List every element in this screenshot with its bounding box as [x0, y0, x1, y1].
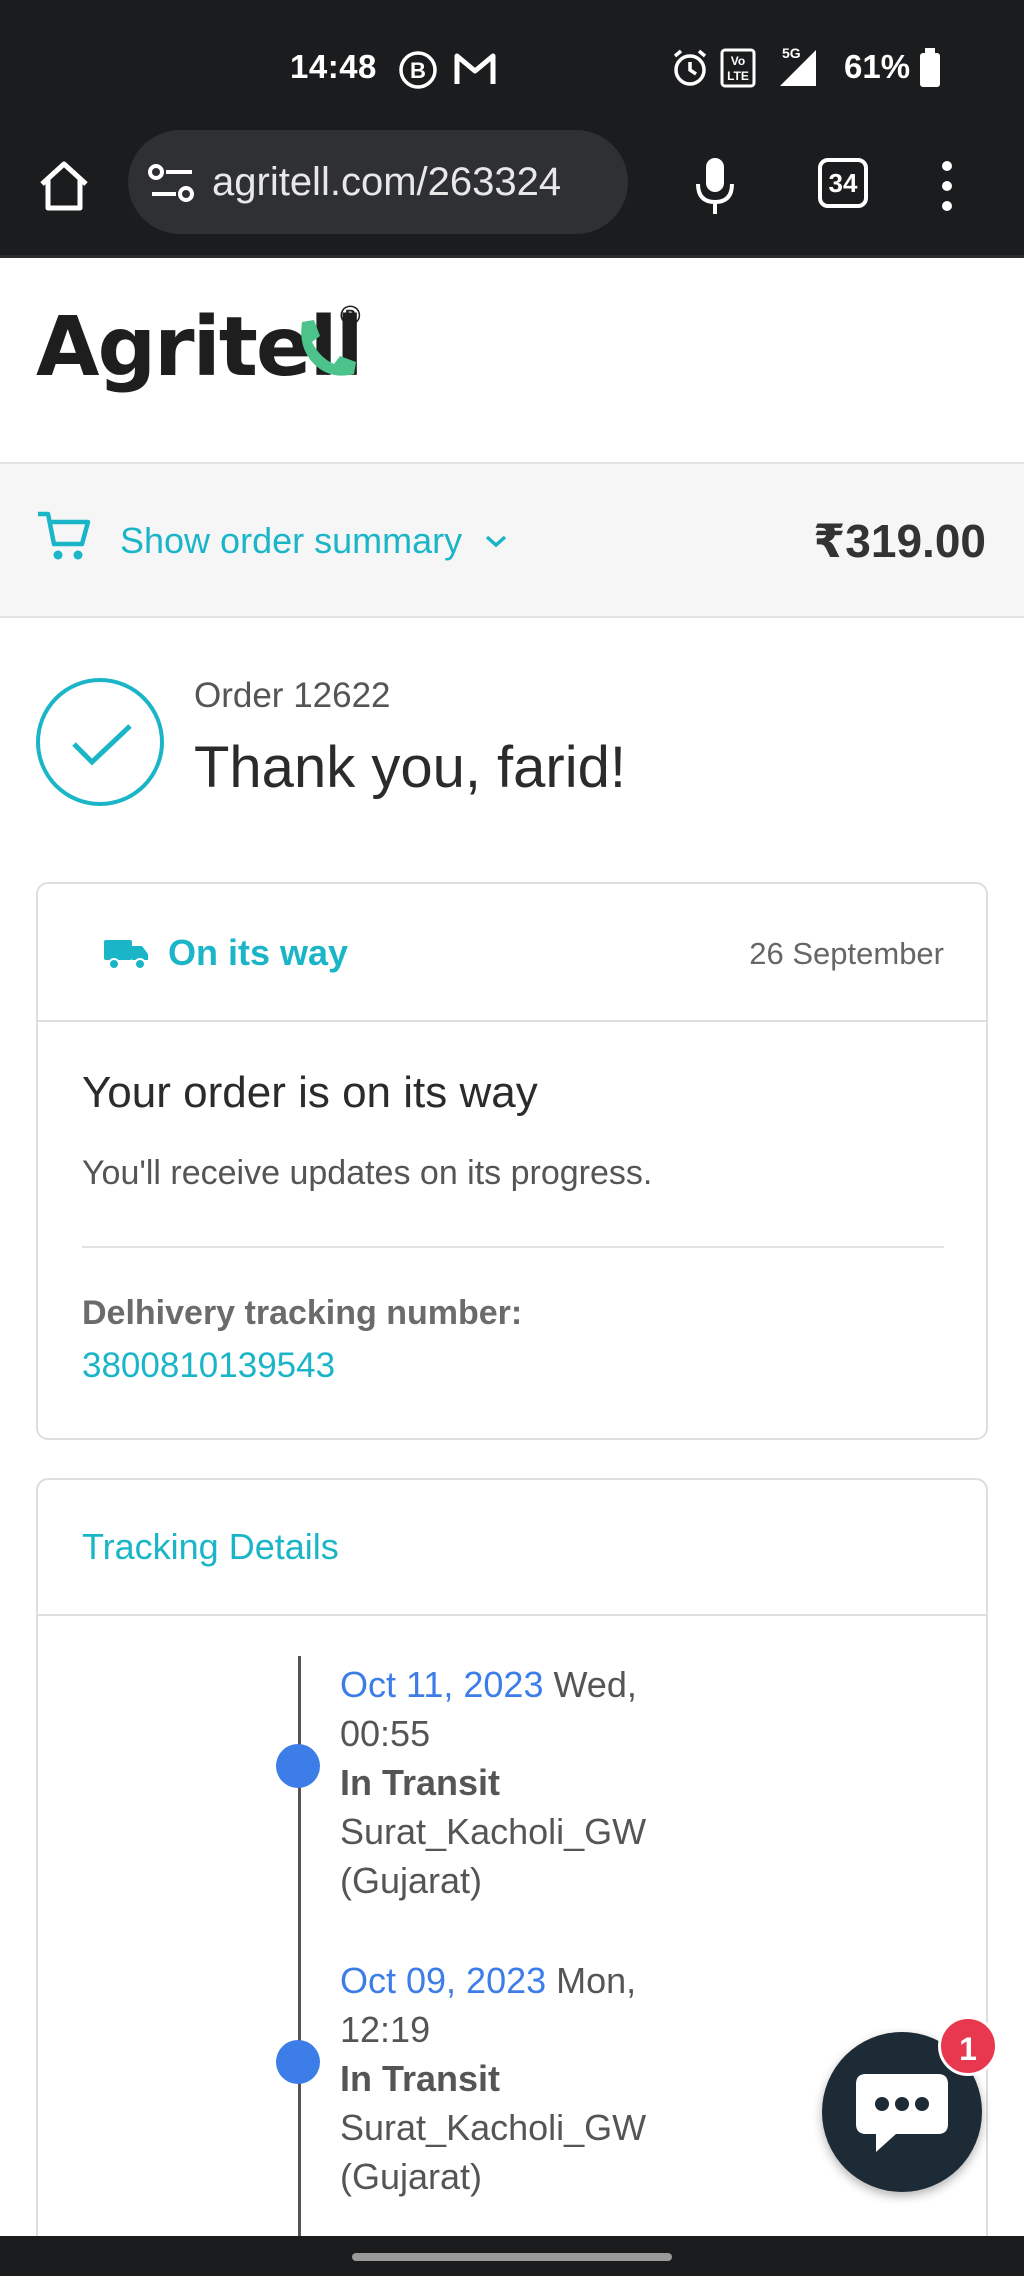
- shipping-status-card: On its way 26 September Your order is on…: [36, 882, 988, 1440]
- svg-text:Vo: Vo: [731, 54, 745, 68]
- tracking-event-datetime: Oct 11, 2023 Wed,: [340, 1660, 740, 1709]
- tracking-event-day: Mon,: [546, 1960, 637, 2001]
- shipping-status-date: 26 September: [749, 936, 944, 971]
- status-bar: 14:48 B Vo LTE 5G 61%: [0, 0, 1024, 130]
- tabs-button[interactable]: 34: [818, 158, 868, 208]
- battery-percent: 61%: [844, 48, 911, 85]
- tracking-event-datetime: Oct 09, 2023 Mon,: [340, 1956, 740, 2005]
- alarm-icon: [673, 49, 707, 86]
- tracking-details-header: Tracking Details: [38, 1480, 986, 1616]
- agritell-logo[interactable]: Agritell ®: [36, 300, 364, 395]
- thank-you-heading: Thank you, farid!: [194, 735, 626, 800]
- tracking-event-status: In Transit: [340, 1762, 501, 1803]
- chat-bubble-icon: [856, 2074, 948, 2152]
- url-text: agritell.com/263324: [212, 160, 562, 204]
- tracking-event-region: (Gujarat): [340, 2156, 483, 2197]
- system-nav-bar: [0, 2236, 1024, 2276]
- b-icon: B: [399, 51, 437, 89]
- tab-count: 34: [828, 168, 858, 198]
- tracking-event-time: 00:55: [340, 1713, 431, 1754]
- svg-text:LTE: LTE: [727, 69, 749, 83]
- svg-text:B: B: [410, 58, 426, 83]
- tracking-event: Oct 11, 2023 Wed, 00:55 In Transit Surat…: [340, 1660, 740, 1905]
- tracking-event-location: Surat_Kacholi_GW: [340, 1811, 647, 1852]
- home-icon[interactable]: [36, 158, 92, 214]
- chevron-down-icon: [485, 535, 507, 548]
- tracking-event: Oct 09, 2023 Mon, 12:19 In Transit Surat…: [340, 1956, 740, 2201]
- checkmark-icon: [72, 724, 132, 766]
- tracking-details-title: Tracking Details: [82, 1526, 339, 1567]
- gmail-icon: [454, 53, 496, 84]
- timeline-dot: [276, 2040, 320, 2084]
- svg-text:5G: 5G: [782, 45, 801, 61]
- cart-icon: [38, 511, 91, 560]
- status-time: 14:48: [290, 48, 377, 85]
- shipping-status-row: On its way 26 September: [38, 884, 986, 1022]
- gesture-handle[interactable]: [352, 2253, 672, 2261]
- registered-mark: ®: [340, 300, 361, 331]
- volte-icon: Vo LTE: [720, 48, 756, 88]
- timeline-dot: [276, 1744, 320, 1788]
- chat-notification-badge: 1: [938, 2016, 998, 2076]
- tracking-event-status: In Transit: [340, 2058, 501, 2099]
- tracking-event-location: Surat_Kacholi_GW: [340, 2107, 647, 2148]
- tracking-number-link[interactable]: 3800810139543: [82, 1346, 335, 1386]
- signal-5g-icon: 5G: [780, 45, 816, 86]
- battery-icon: [920, 48, 940, 87]
- order-summary-toggle[interactable]: Show order summary ₹319.00: [0, 462, 1024, 618]
- order-total: ₹319.00: [813, 515, 986, 567]
- divider: [82, 1246, 944, 1248]
- more-vert-icon[interactable]: [934, 158, 960, 214]
- tracking-event-region: (Gujarat): [340, 1860, 483, 1901]
- show-order-summary-label[interactable]: Show order summary: [120, 520, 462, 562]
- tracking-event-date: Oct 09, 2023: [340, 1960, 547, 2001]
- site-settings-icon[interactable]: [146, 162, 198, 204]
- tracking-event-time: 12:19: [340, 2009, 431, 2050]
- shipping-description: You'll receive updates on its progress.: [82, 1154, 653, 1192]
- shipping-title: Your order is on its way: [82, 1068, 538, 1117]
- mic-icon[interactable]: [692, 154, 738, 218]
- tracking-event-day: Wed,: [543, 1664, 637, 1705]
- order-number: Order 12622: [194, 676, 391, 715]
- check-circle-icon: [36, 678, 164, 806]
- browser-toolbar: agritell.com/263324 34: [0, 130, 1024, 258]
- shipping-status-label: On its way: [168, 932, 349, 973]
- tracking-number-label: Delhivery tracking number:: [82, 1294, 523, 1332]
- truck-icon: [104, 940, 148, 970]
- address-bar[interactable]: agritell.com/263324: [128, 130, 628, 234]
- tracking-event-date: Oct 11, 2023: [340, 1664, 544, 1705]
